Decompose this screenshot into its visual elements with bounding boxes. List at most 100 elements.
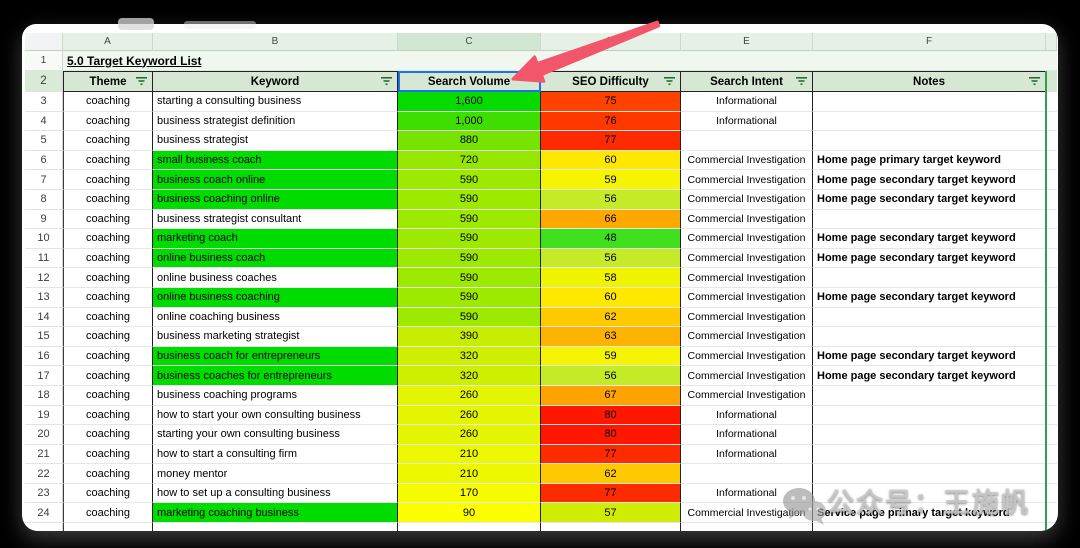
cell-keyword[interactable]: how to start your own consulting busines… <box>153 406 398 426</box>
cell-search-volume[interactable]: 590 <box>398 190 541 210</box>
row-number[interactable] <box>25 523 63 531</box>
filter-icon[interactable] <box>381 76 392 88</box>
cell-theme[interactable]: coaching <box>63 170 153 190</box>
cell-seo-difficulty[interactable]: 77 <box>541 484 681 504</box>
cell-search-volume[interactable]: 210 <box>398 445 541 465</box>
cell-keyword[interactable] <box>153 523 398 531</box>
column-header-a[interactable]: A <box>63 33 153 51</box>
cell-keyword[interactable]: business strategist <box>153 131 398 151</box>
cell-seo-difficulty[interactable]: 57 <box>541 503 681 523</box>
column-header-e[interactable]: E <box>681 33 813 51</box>
cell-seo-difficulty[interactable]: 77 <box>541 445 681 465</box>
cell-overflow[interactable] <box>1046 190 1057 210</box>
cell-keyword[interactable]: business strategist definition <box>153 112 398 132</box>
cell-seo-difficulty[interactable]: 63 <box>541 327 681 347</box>
cell-theme[interactable]: coaching <box>63 406 153 426</box>
cell-search-intent[interactable]: Commercial Investigation <box>681 229 813 249</box>
filter-icon[interactable] <box>1029 76 1040 88</box>
cell-notes[interactable] <box>813 210 1046 230</box>
cell-seo-difficulty[interactable]: 80 <box>541 425 681 445</box>
row-number[interactable]: 21 <box>25 445 63 465</box>
cell-notes[interactable] <box>813 406 1046 426</box>
sheet-title[interactable]: 5.0 Target Keyword List <box>63 51 1057 71</box>
cell-search-intent[interactable]: Informational <box>681 406 813 426</box>
cell-search-volume[interactable]: 320 <box>398 366 541 386</box>
cell-search-volume[interactable]: 590 <box>398 268 541 288</box>
cell-overflow[interactable] <box>1046 92 1057 112</box>
cell-keyword[interactable]: marketing coaching business <box>153 503 398 523</box>
cell-search-intent[interactable]: Informational <box>681 425 813 445</box>
cell-keyword[interactable]: online business coaching <box>153 288 398 308</box>
cell-search-volume[interactable]: 320 <box>398 347 541 367</box>
cell-search-volume[interactable]: 590 <box>398 170 541 190</box>
cell-keyword[interactable]: online business coaches <box>153 268 398 288</box>
cell-keyword[interactable]: small business coach <box>153 151 398 171</box>
row-number[interactable]: 19 <box>25 406 63 426</box>
cell-seo-difficulty[interactable] <box>541 523 681 531</box>
cell-search-intent[interactable]: Commercial Investigation <box>681 308 813 328</box>
cell-overflow[interactable] <box>1046 366 1057 386</box>
cell-keyword[interactable]: starting your own consulting business <box>153 425 398 445</box>
row-number[interactable]: 11 <box>25 249 63 269</box>
cell-overflow[interactable] <box>1046 503 1057 523</box>
cell-overflow[interactable] <box>1046 268 1057 288</box>
cell-theme[interactable]: coaching <box>63 288 153 308</box>
cell-theme[interactable]: coaching <box>63 151 153 171</box>
cell-search-volume[interactable]: 590 <box>398 210 541 230</box>
cell-seo-difficulty[interactable]: 67 <box>541 386 681 406</box>
cell-search-intent[interactable]: Commercial Investigation <box>681 190 813 210</box>
cell-overflow[interactable] <box>1046 170 1057 190</box>
column-header-b[interactable]: B <box>153 33 398 51</box>
cell-search-intent[interactable]: Commercial Investigation <box>681 386 813 406</box>
cell-notes[interactable]: Home page primary target keyword <box>813 151 1046 171</box>
cell-search-intent[interactable] <box>681 131 813 151</box>
cell-search-volume[interactable]: 880 <box>398 131 541 151</box>
cell-search-volume[interactable]: 720 <box>398 151 541 171</box>
cell-keyword[interactable]: how to start a consulting firm <box>153 445 398 465</box>
cell-search-intent[interactable]: Commercial Investigation <box>681 268 813 288</box>
cell-notes[interactable]: Home page secondary target keyword <box>813 190 1046 210</box>
cell-search-intent[interactable]: Commercial Investigation <box>681 210 813 230</box>
cell-theme[interactable]: coaching <box>63 445 153 465</box>
cell-overflow[interactable] <box>1046 386 1057 406</box>
row-number[interactable]: 13 <box>25 288 63 308</box>
cell-theme[interactable]: coaching <box>63 327 153 347</box>
cell-search-volume[interactable]: 260 <box>398 425 541 445</box>
cell-keyword[interactable]: online coaching business <box>153 308 398 328</box>
cell-search-intent[interactable]: Commercial Investigation <box>681 151 813 171</box>
cell-search-intent[interactable]: Commercial Investigation <box>681 347 813 367</box>
row-number[interactable]: 20 <box>25 425 63 445</box>
cell-seo-difficulty[interactable]: 80 <box>541 406 681 426</box>
cell-overflow[interactable] <box>1046 406 1057 426</box>
cell-seo-difficulty[interactable]: 56 <box>541 249 681 269</box>
cell-search-volume[interactable]: 1,600 <box>398 92 541 112</box>
cell-overflow[interactable] <box>1046 131 1057 151</box>
row-number[interactable]: 24 <box>25 503 63 523</box>
row-number[interactable]: 17 <box>25 366 63 386</box>
row-number[interactable]: 9 <box>25 210 63 230</box>
cell-keyword[interactable]: starting a consulting business <box>153 92 398 112</box>
cell-keyword[interactable]: marketing coach <box>153 229 398 249</box>
cell-notes[interactable] <box>813 425 1046 445</box>
row-number[interactable]: 10 <box>25 229 63 249</box>
cell-search-intent[interactable]: Commercial Investigation <box>681 288 813 308</box>
cell-notes[interactable]: Home page secondary target keyword <box>813 347 1046 367</box>
filter-icon[interactable] <box>796 76 807 88</box>
cell-overflow[interactable] <box>1046 347 1057 367</box>
cell-search-intent[interactable]: Commercial Investigation <box>681 327 813 347</box>
cell-seo-difficulty[interactable]: 58 <box>541 268 681 288</box>
cell-overflow[interactable] <box>1046 308 1057 328</box>
cell-seo-difficulty[interactable]: 77 <box>541 131 681 151</box>
cell-theme[interactable]: coaching <box>63 190 153 210</box>
cell-notes[interactable] <box>813 268 1046 288</box>
cell-search-intent[interactable] <box>681 464 813 484</box>
row-number[interactable]: 5 <box>25 131 63 151</box>
cell-notes[interactable] <box>813 445 1046 465</box>
cell-theme[interactable]: coaching <box>63 484 153 504</box>
cell-theme[interactable]: coaching <box>63 131 153 151</box>
cell-notes[interactable]: Home page secondary target keyword <box>813 170 1046 190</box>
cell-notes[interactable]: Home page secondary target keyword <box>813 249 1046 269</box>
cell-keyword[interactable]: business marketing strategist <box>153 327 398 347</box>
cell-theme[interactable]: coaching <box>63 92 153 112</box>
cell-search-volume[interactable]: 590 <box>398 249 541 269</box>
